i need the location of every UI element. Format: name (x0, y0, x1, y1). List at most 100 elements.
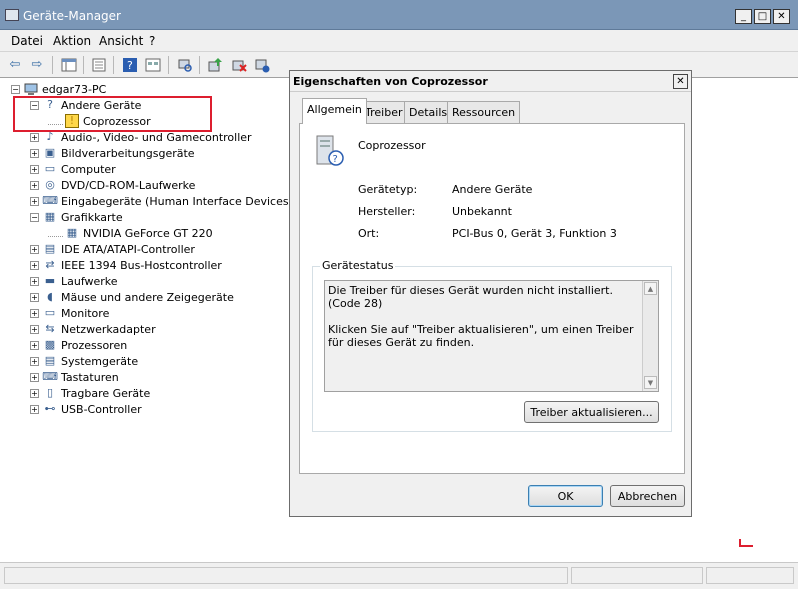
prop-key-hersteller: Hersteller: (358, 205, 416, 218)
update-driver-icon[interactable] (206, 56, 224, 73)
tree-item-label: Systemgeräte (61, 354, 139, 368)
tree-category[interactable]: + ⌨ Eingabegeräte (Human Interface Devices… (30, 193, 293, 209)
keyboard-icon: ⌨ (42, 370, 58, 383)
minimize-button[interactable]: _ (735, 9, 752, 24)
uninstall-icon[interactable] (230, 56, 248, 73)
expand-icon[interactable]: + (30, 276, 39, 286)
update-driver-button[interactable]: Treiber aktualisieren... (524, 401, 659, 423)
expand-icon[interactable]: + (30, 196, 39, 206)
menu-datei[interactable]: Datei (11, 34, 43, 48)
svg-text:?: ? (127, 59, 133, 72)
expand-icon[interactable]: + (30, 388, 39, 398)
hid-icon: ⌨ (42, 194, 58, 207)
collapse-icon[interactable]: − (30, 100, 39, 110)
properties-icon[interactable] (90, 56, 108, 73)
tree-category[interactable]: + ⊷ USB-Controller (30, 401, 142, 417)
tree-item-label: Prozessoren (61, 338, 128, 352)
properties-dialog: Eigenschaften von Coprozessor ✕ Allgemei… (289, 70, 692, 517)
mouse-icon: ◖ (47, 290, 53, 303)
cancel-button[interactable]: Abbrechen (610, 485, 685, 507)
view-icon[interactable] (144, 56, 162, 73)
tree-category[interactable]: + ♪ Audio-, Video- und Gamecontroller (30, 129, 252, 145)
menu-ansicht[interactable]: Ansicht (99, 34, 143, 48)
tree-item-label: Netzwerkadapter (61, 322, 156, 336)
tree-category[interactable]: + ▭ Monitore (30, 305, 109, 321)
tree-category[interactable]: + ⇆ Netzwerkadapter (30, 321, 156, 337)
tree-category[interactable]: + ▤ IDE ATA/ATAPI-Controller (30, 241, 195, 257)
tree-category[interactable]: − ▦ Grafikkarte (30, 209, 123, 225)
tree-item-label: Audio-, Video- und Gamecontroller (61, 130, 252, 144)
device-status-legend: Gerätestatus (320, 259, 396, 272)
warning-device-icon: ! (65, 114, 79, 128)
expand-icon[interactable]: + (30, 292, 39, 302)
window-title: Geräte-Manager (23, 9, 121, 23)
back-icon[interactable]: ⇦ (6, 56, 24, 73)
expand-icon[interactable]: + (30, 132, 39, 142)
expand-icon[interactable]: + (30, 180, 39, 190)
ide-controller-icon: ▤ (44, 242, 56, 255)
tree-category[interactable]: + ▬ Laufwerke (30, 273, 118, 289)
tree-category[interactable]: + ◎ DVD/CD-ROM-Laufwerke (30, 177, 195, 193)
expand-icon[interactable]: + (30, 324, 39, 334)
tree-category[interactable]: + ▯ Tragbare Geräte (30, 385, 150, 401)
tree-item-label: IEEE 1394 Bus-Hostcontroller (61, 258, 222, 272)
tree-category[interactable]: + ▣ Bildverarbeitungsgeräte (30, 145, 195, 161)
tree-category[interactable]: + ▤ Systemgeräte (30, 353, 138, 369)
tree-child-item[interactable]: ! Coprozessor (48, 113, 151, 129)
collapse-icon[interactable]: − (30, 212, 39, 222)
prop-key-typ: Gerätetyp: (358, 183, 418, 196)
ok-button[interactable]: OK (528, 485, 603, 507)
scan-hardware-icon[interactable] (176, 56, 194, 73)
collapse-icon[interactable]: − (11, 84, 20, 94)
tree-item-label: Eingabegeräte (Human Interface Devices) (61, 194, 293, 208)
expand-icon[interactable]: + (30, 372, 39, 382)
ieee1394-icon: ⇄ (45, 258, 55, 271)
tree-category[interactable]: + ⇄ IEEE 1394 Bus-Hostcontroller (30, 257, 222, 273)
tree-item-label: Andere Geräte (61, 98, 142, 112)
tree-connector (48, 117, 63, 125)
maximize-button[interactable]: □ (754, 9, 771, 24)
tree-category[interactable]: + ▭ Computer (30, 161, 116, 177)
expand-icon[interactable]: + (30, 340, 39, 350)
tab-details[interactable]: Details (404, 101, 453, 123)
dialog-titlebar[interactable]: Eigenschaften von Coprozessor ✕ (290, 71, 691, 92)
status-segment (706, 567, 794, 584)
tree-root-label: edgar73-PC (42, 82, 107, 96)
expand-icon[interactable]: + (30, 148, 39, 158)
expand-icon[interactable]: + (30, 308, 39, 318)
forward-icon[interactable]: ⇨ (28, 56, 46, 73)
gpu-icon: ▦ (66, 226, 78, 239)
expand-icon[interactable]: + (30, 404, 39, 414)
device-status-text[interactable]: Die Treiber für dieses Gerät wurden nich… (324, 280, 659, 392)
tree-item-label: Grafikkarte (61, 210, 123, 224)
window-titlebar[interactable]: Geräte-Manager _ □ ✕ (0, 0, 798, 30)
device-name: Coprozessor (358, 139, 426, 152)
tab-treiber[interactable]: Treiber (360, 101, 408, 123)
tree-root[interactable]: − edgar73-PC (11, 81, 106, 97)
tree-category[interactable]: + ◖ Mäuse und andere Zeigegeräte (30, 289, 234, 305)
show-hide-tree-icon[interactable] (60, 56, 78, 73)
expand-icon[interactable]: + (30, 260, 39, 270)
expand-icon[interactable]: + (30, 164, 39, 174)
imaging-icon: ▣ (44, 146, 56, 159)
menu-aktion[interactable]: Aktion (53, 34, 91, 48)
tab-ressourcen[interactable]: Ressourcen (447, 101, 521, 123)
dialog-close-button[interactable]: ✕ (673, 74, 688, 89)
expand-icon[interactable]: + (30, 244, 39, 254)
help-icon[interactable]: ? (121, 56, 139, 73)
audio-icon: ♪ (46, 130, 54, 143)
status-scrollbar[interactable]: ▲ ▼ (642, 281, 658, 391)
tree-category[interactable]: + ▩ Prozessoren (30, 337, 127, 353)
close-button[interactable]: ✕ (773, 9, 790, 24)
tree-item-label: Laufwerke (61, 274, 118, 288)
menu-help[interactable]: ? (149, 34, 155, 48)
tree-category[interactable]: + ⌨ Tastaturen (30, 369, 119, 385)
tree-category[interactable]: −? Andere Geräte (30, 97, 141, 113)
tree-child-item[interactable]: ▦ NVIDIA GeForce GT 220 (48, 225, 213, 241)
scroll-down-icon[interactable]: ▼ (644, 376, 657, 389)
scroll-up-icon[interactable]: ▲ (644, 282, 657, 295)
tab-allgemein[interactable]: Allgemein (302, 98, 367, 124)
tree-item-label: Bildverarbeitungsgeräte (61, 146, 195, 160)
expand-icon[interactable]: + (30, 356, 39, 366)
disable-icon[interactable] (253, 56, 271, 73)
